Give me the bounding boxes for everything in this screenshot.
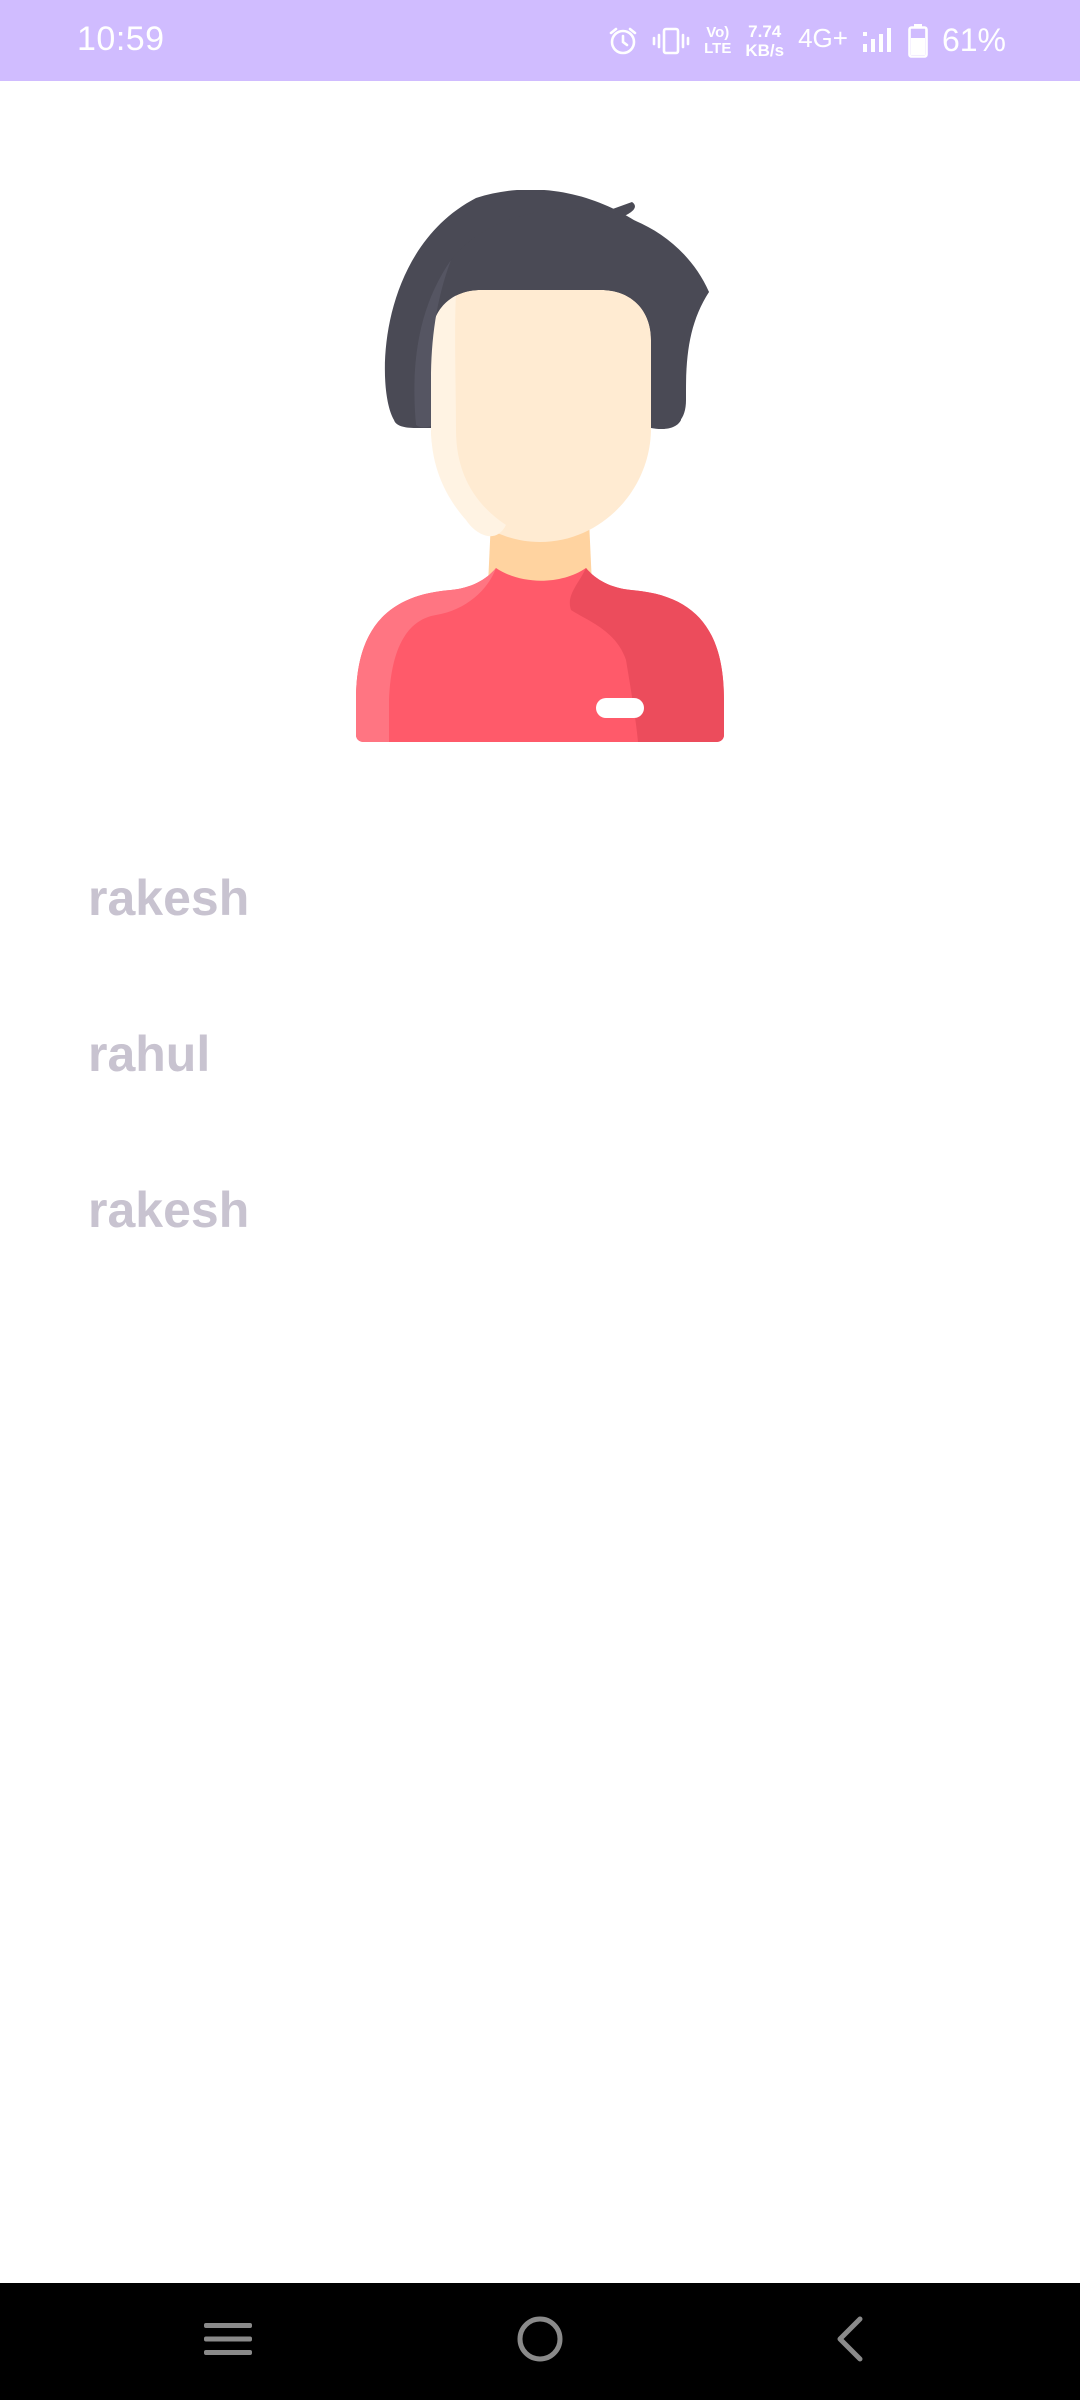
network-speed-value: 7.74 (748, 21, 782, 41)
battery-percent: 61% (941, 22, 1006, 58)
network-speed: 7.74 KB/s (745, 22, 784, 60)
network-type: 4G+ (798, 23, 848, 53)
back-button[interactable] (790, 2283, 910, 2400)
status-icons: Vo) LTE 7.74 KB/s 4G+ 61% (608, 0, 1006, 81)
home-button[interactable] (480, 2283, 600, 2400)
alarm-icon (608, 26, 638, 56)
back-chevron-icon (830, 2315, 870, 2368)
name-list: rakesh rahul rakesh (88, 820, 988, 1288)
network-speed-unit: KB/s (745, 40, 785, 60)
volte-icon: Vo) LTE (704, 23, 732, 57)
list-item[interactable]: rahul (88, 976, 988, 1132)
battery-icon (908, 23, 928, 58)
list-item[interactable]: rakesh (88, 820, 988, 976)
status-bar: 10:59 Vo) LTE 7.74 KB/s 4G+ 61% (0, 0, 1080, 81)
volte-top-text: Vo) (706, 23, 730, 41)
system-navigation-bar (0, 2283, 1080, 2400)
app-screen: 10:59 Vo) LTE 7.74 KB/s 4G+ 61% rakesh r… (0, 0, 1080, 2400)
recents-button[interactable] (168, 2283, 288, 2400)
signal-icon (862, 26, 894, 56)
recents-menu-icon (202, 2318, 254, 2365)
status-time: 10:59 (77, 20, 165, 58)
list-item[interactable]: rakesh (88, 1132, 988, 1288)
volte-bottom-text: LTE (704, 39, 732, 57)
vibrate-icon (652, 26, 690, 56)
male-user-avatar-icon (356, 189, 724, 742)
home-circle-icon (515, 2314, 565, 2369)
